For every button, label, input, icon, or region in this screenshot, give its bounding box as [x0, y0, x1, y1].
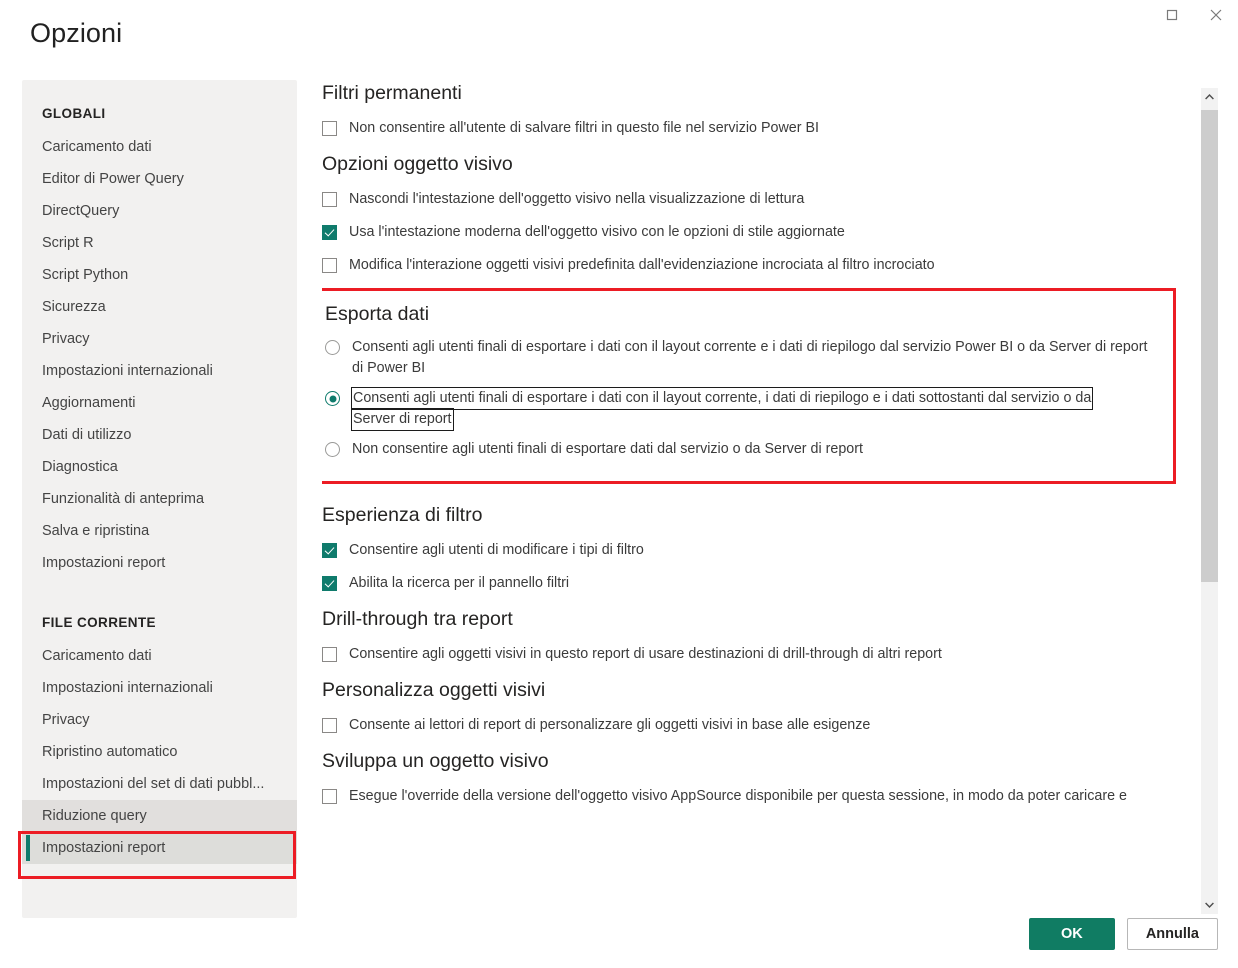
sidebar-item-sicurezza[interactable]: Sicurezza: [22, 291, 297, 323]
sidebar-item-dati-di-utilizzo[interactable]: Dati di utilizzo: [22, 419, 297, 451]
checkbox[interactable]: [322, 192, 337, 207]
radio-option-label: Consenti agli utenti finali di esportare…: [352, 339, 1148, 376]
checkbox-checked[interactable]: [322, 576, 337, 591]
checkbox[interactable]: [322, 121, 337, 136]
section-heading: Sviluppa un oggetto visivo: [322, 750, 549, 772]
section-heading: Esperienza di filtro: [322, 504, 483, 526]
section-heading: Personalizza oggetti visivi: [322, 679, 546, 701]
checkbox[interactable]: [322, 718, 337, 733]
sidebar-item-caricamento-dati[interactable]: Caricamento dati: [22, 131, 297, 163]
sidebar-group-spacer: [22, 579, 297, 605]
section-esporta-dati: Esporta dati Consenti agli utenti finali …: [322, 288, 1176, 484]
checkbox-checked[interactable]: [322, 225, 337, 240]
section-personalizza-oggetti-visivi: Personalizza oggetti visivi Consente ai l…: [322, 677, 1192, 736]
chevron-up-icon: [1205, 94, 1214, 100]
scroll-up-button[interactable]: [1201, 88, 1218, 106]
scrollbar-thumb[interactable]: [1201, 110, 1218, 582]
sidebar-item-diagnostica[interactable]: Diagnostica: [22, 451, 297, 483]
checkbox-option-row[interactable]: Consentire agli utenti di modificare i t…: [322, 540, 1192, 561]
radio-option-label: Consenti agli utenti finali di esportare…: [350, 387, 1152, 431]
radio-option-row[interactable]: Non consentire agli utenti finali di esp…: [325, 439, 1159, 460]
chevron-down-icon: [1205, 902, 1214, 908]
checkbox-option-label: Usa l'intestazione moderna dell'oggetto …: [349, 224, 845, 240]
cancel-button[interactable]: Annulla: [1126, 918, 1218, 950]
sidebar-item-impostazioni-del-set-di-dati-pubbl[interactable]: Impostazioni del set di dati pubbl...: [22, 768, 297, 800]
checkbox-checked[interactable]: [322, 543, 337, 558]
radio-button[interactable]: [325, 340, 340, 355]
section-heading: Esporta dati: [325, 303, 430, 325]
section-sviluppa-un-oggetto-visivo: Sviluppa un oggetto visivo Esegue l'overr…: [322, 748, 1192, 807]
dialog-footer: OK Annulla: [1028, 918, 1218, 950]
options-content-pane: Filtri permanenti Non consentire all'uten…: [322, 80, 1192, 918]
sidebar-group-title: FILE CORRENTE: [42, 615, 156, 630]
checkbox-option-label: Consentire agli utenti di modificare i t…: [349, 542, 644, 558]
checkbox-option-row[interactable]: Usa l'intestazione moderna dell'oggetto …: [322, 222, 1192, 243]
sidebar-item-editor-di-power-query[interactable]: Editor di Power Query: [22, 163, 297, 195]
sidebar-item-privacy[interactable]: Privacy: [22, 323, 297, 355]
checkbox-option-label: Non consentire all'utente di salvare fil…: [349, 120, 819, 136]
checkbox-option-row[interactable]: Nascondi l'intestazione dell'oggetto vis…: [322, 189, 1192, 210]
radio-button[interactable]: [325, 442, 340, 457]
sidebar-item-script-r[interactable]: Script R: [22, 227, 297, 259]
sidebar-item-salva-e-ripristina[interactable]: Salva e ripristina: [22, 515, 297, 547]
checkbox-option-label: Consente ai lettori di report di persona…: [349, 717, 871, 733]
sidebar-item-script-python[interactable]: Script Python: [22, 259, 297, 291]
maximize-icon: [1166, 9, 1178, 21]
checkbox-option-row[interactable]: Esegue l'override della versione dell'og…: [322, 786, 1192, 807]
radio-option-row[interactable]: Consenti agli utenti finali di esportare…: [325, 387, 1159, 431]
close-button[interactable]: [1194, 0, 1238, 30]
section-heading: Opzioni oggetto visivo: [322, 153, 513, 175]
maximize-button[interactable]: [1150, 0, 1194, 30]
section-heading: Drill-through tra report: [322, 608, 513, 630]
sidebar-item-riduzione-query[interactable]: Riduzione query: [22, 800, 297, 832]
sidebar-item-privacy[interactable]: Privacy: [22, 704, 297, 736]
scroll-down-button[interactable]: [1201, 896, 1218, 914]
checkbox-option-row[interactable]: Abilita la ricerca per il pannello filtr…: [322, 573, 1192, 594]
checkbox[interactable]: [322, 789, 337, 804]
sidebar-item-ripristino-automatico[interactable]: Ripristino automatico: [22, 736, 297, 768]
checkbox[interactable]: [322, 647, 337, 662]
sidebar-item-caricamento-dati[interactable]: Caricamento dati: [22, 640, 297, 672]
section-opzioni-oggetto-visivo: Opzioni oggetto visivo Nascondi l'intesta…: [322, 151, 1192, 276]
focused-text-line: Consenti agli utenti finali di esportare…: [350, 387, 1094, 410]
checkbox-option-row[interactable]: Consentire agli oggetti visivi in questo…: [322, 644, 1192, 665]
checkbox-option-label: Nascondi l'intestazione dell'oggetto vis…: [349, 191, 805, 207]
checkbox-option-row[interactable]: Consente ai lettori di report di persona…: [322, 715, 1192, 736]
options-sidebar: GLOBALI Caricamento dati Editor di Power Q…: [22, 80, 297, 918]
section-heading: Filtri permanenti: [322, 82, 462, 104]
radio-option-row[interactable]: Consenti agli utenti finali di esportare…: [325, 337, 1159, 379]
page-title: Opzioni: [30, 18, 123, 48]
sidebar-item-impostazioni-internazionali[interactable]: Impostazioni internazionali: [22, 672, 297, 704]
checkbox-option-row[interactable]: Non consentire all'utente di salvare fil…: [322, 118, 1192, 139]
checkbox[interactable]: [322, 258, 337, 273]
checkbox-option-label: Consentire agli oggetti visivi in questo…: [349, 646, 942, 662]
section-filtri-permanenti: Filtri permanenti Non consentire all'uten…: [322, 80, 1192, 139]
sidebar-item-funzionalit-di-anteprima[interactable]: Funzionalità di anteprima: [22, 483, 297, 515]
section-drill-through-tra-report: Drill-through tra report Consentire agli …: [322, 606, 1192, 665]
ok-button[interactable]: OK: [1028, 918, 1115, 950]
close-icon: [1210, 9, 1222, 21]
sidebar-item-impostazioni-report[interactable]: Impostazioni report: [22, 547, 297, 579]
radio-button-selected[interactable]: [325, 391, 340, 406]
focused-text-line: Server di report: [351, 408, 454, 431]
section-esperienza-di-filtro: Esperienza di filtro Consentire agli uten…: [322, 502, 1192, 594]
sidebar-item-aggiornamenti[interactable]: Aggiornamenti: [22, 387, 297, 419]
sidebar-item-impostazioni-internazionali[interactable]: Impostazioni internazionali: [22, 355, 297, 387]
checkbox-option-label: Modifica l'interazione oggetti visivi pr…: [349, 257, 935, 273]
checkbox-option-label: Esegue l'override della versione dell'og…: [349, 788, 1127, 804]
sidebar-item-impostazioni-report[interactable]: Impostazioni report: [22, 832, 297, 864]
content-scrollbar[interactable]: [1201, 88, 1218, 914]
sidebar-item-directquery[interactable]: DirectQuery: [22, 195, 297, 227]
checkbox-option-row[interactable]: Modifica l'interazione oggetti visivi pr…: [322, 255, 1192, 276]
checkbox-option-label: Abilita la ricerca per il pannello filtr…: [349, 575, 570, 591]
window-controls: [1150, 0, 1238, 30]
radio-option-label: Non consentire agli utenti finali di esp…: [352, 441, 863, 457]
sidebar-group-title: GLOBALI: [42, 106, 106, 121]
